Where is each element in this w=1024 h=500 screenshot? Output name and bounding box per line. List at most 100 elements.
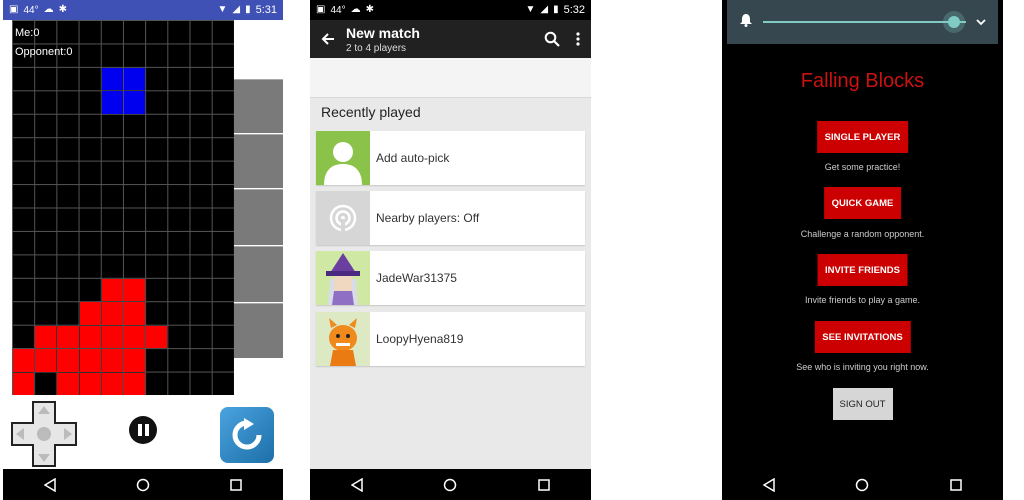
- game-controls: [3, 395, 283, 469]
- stacked-block-cell: [146, 325, 168, 349]
- row-label: Nearby players: Off: [376, 211, 480, 225]
- bell-icon: [739, 13, 753, 32]
- new-match-screen: ▣ 44° ☁ ✱ ▼ ◢ ▮ 5:32 New match 2 to 4 pl…: [310, 0, 591, 500]
- rotate-icon[interactable]: [220, 407, 274, 463]
- invite-friends-button[interactable]: INVITE FRIENDS: [817, 254, 908, 286]
- auto-pick-person-icon: [316, 131, 370, 185]
- row-label: LoopyHyena819: [376, 332, 464, 346]
- player-row-loopyhyena[interactable]: LoopyHyena819: [316, 312, 585, 366]
- stacked-block-cell: [101, 278, 123, 302]
- recents-nav-icon[interactable]: [946, 475, 966, 495]
- quick-game-button[interactable]: QUICK GAME: [823, 187, 902, 219]
- side-panel-4: [234, 246, 283, 302]
- sign-out-button[interactable]: SIGN OUT: [832, 388, 893, 420]
- stacked-block-cell: [57, 349, 79, 372]
- stacked-block-cell: [124, 278, 146, 302]
- player-row-jadewar[interactable]: JadeWar31375: [316, 251, 585, 305]
- status-bar: ▣ 44° ☁ ✱ ▼ ◢ ▮ 5:31: [3, 0, 283, 20]
- image-icon: ▣: [316, 4, 326, 15]
- back-nav-icon[interactable]: [40, 475, 60, 495]
- image-icon: ▣: [9, 4, 19, 15]
- my-score: Me:0: [15, 27, 40, 39]
- status-temp: 44°: [23, 4, 39, 16]
- search-icon[interactable]: [539, 31, 565, 47]
- home-nav-icon[interactable]: [852, 475, 872, 495]
- game-board[interactable]: Me:0 Opponent:0: [12, 20, 234, 395]
- back-nav-icon[interactable]: [759, 475, 779, 495]
- nearby-players-row[interactable]: Nearby players: Off: [316, 191, 585, 245]
- recents-nav-icon[interactable]: [534, 475, 554, 495]
- stacked-block-cell: [124, 325, 146, 349]
- hyena-avatar: [316, 312, 370, 366]
- stacked-block-cell: [35, 349, 57, 372]
- back-nav-icon[interactable]: [347, 475, 367, 495]
- row-label: JadeWar31375: [376, 271, 457, 285]
- stacked-block-cell: [101, 302, 123, 325]
- stacked-block-cell: [79, 349, 101, 372]
- single-player-desc: Get some practice!: [824, 162, 901, 172]
- stacked-block-cell: [124, 349, 146, 372]
- nav-bar: [3, 469, 283, 500]
- cloud-icon: ☁: [350, 4, 361, 15]
- recents-nav-icon[interactable]: [226, 475, 246, 495]
- section-title: Recently played: [321, 104, 421, 120]
- back-arrow-icon[interactable]: [310, 32, 346, 46]
- battery-icon: ▮: [245, 4, 251, 15]
- page-subtitle: 2 to 4 players: [346, 42, 407, 54]
- dpad-icon[interactable]: [11, 401, 77, 467]
- stacked-block-cell: [13, 349, 35, 372]
- status-temp: 44°: [330, 4, 346, 16]
- app-bar: New match 2 to 4 players: [310, 20, 591, 58]
- stacked-block-cell: [101, 372, 123, 395]
- side-panel-1: [234, 79, 283, 133]
- wizard-avatar: [316, 251, 370, 305]
- invite-friends-desc: Invite friends to play a game.: [804, 295, 921, 305]
- status-time: 5:32: [563, 4, 585, 16]
- status-bar: ▣ 44° ☁ ✱ ▼ ◢ ▮ 5:32: [310, 0, 591, 20]
- home-nav-icon[interactable]: [440, 475, 460, 495]
- stacked-block-cell: [101, 349, 123, 372]
- overflow-menu-icon[interactable]: [565, 32, 591, 46]
- battery-icon: ▮: [553, 4, 559, 15]
- stacked-block-cell: [124, 372, 146, 395]
- see-invitations-button[interactable]: SEE INVITATIONS: [814, 321, 911, 353]
- search-area: [310, 58, 591, 98]
- signal-icon: ◢: [232, 4, 241, 15]
- see-invitations-desc: See who is inviting you right now.: [796, 362, 929, 372]
- android-icon: ✱: [365, 4, 374, 15]
- chevron-down-icon[interactable]: [976, 13, 986, 31]
- pause-icon[interactable]: [129, 416, 157, 444]
- auto-pick-row[interactable]: Add auto-pick: [316, 131, 585, 185]
- falling-block-cell: [124, 91, 146, 114]
- stacked-block-cell: [13, 372, 35, 395]
- opponent-score: Opponent:0: [15, 46, 73, 58]
- side-panel-3: [234, 189, 283, 245]
- falling-block-cell: [101, 67, 123, 91]
- game-title: Falling Blocks: [800, 70, 925, 92]
- nav-bar: [722, 469, 1003, 500]
- side-panel-5: [234, 303, 283, 358]
- stacked-block-cell: [79, 372, 101, 395]
- wifi-icon: ▼: [525, 4, 536, 15]
- falling-block-cell: [124, 67, 146, 91]
- main-menu-screen: Falling Blocks SINGLE PLAYER Get some pr…: [722, 0, 1003, 500]
- stacked-block-cell: [57, 372, 79, 395]
- home-nav-icon[interactable]: [133, 475, 153, 495]
- single-player-button[interactable]: SINGLE PLAYER: [816, 121, 909, 153]
- quick-game-desc: Challenge a random opponent.: [800, 229, 925, 239]
- stacked-block-cell: [79, 325, 101, 349]
- nearby-icon: [316, 191, 370, 245]
- slider-thumb[interactable]: [948, 16, 960, 28]
- stacked-block-cell: [35, 325, 57, 349]
- cloud-icon: ☁: [43, 4, 54, 15]
- nav-bar: [310, 469, 591, 500]
- side-panel-2: [234, 134, 283, 188]
- stacked-block-cell: [101, 325, 123, 349]
- row-label: Add auto-pick: [376, 151, 450, 165]
- page-title: New match: [346, 24, 420, 41]
- wifi-icon: ▼: [217, 4, 228, 15]
- falling-block-cell: [101, 91, 123, 114]
- status-time: 5:31: [255, 4, 277, 16]
- stacked-block-cell: [79, 302, 101, 325]
- brightness-slider[interactable]: [763, 16, 966, 28]
